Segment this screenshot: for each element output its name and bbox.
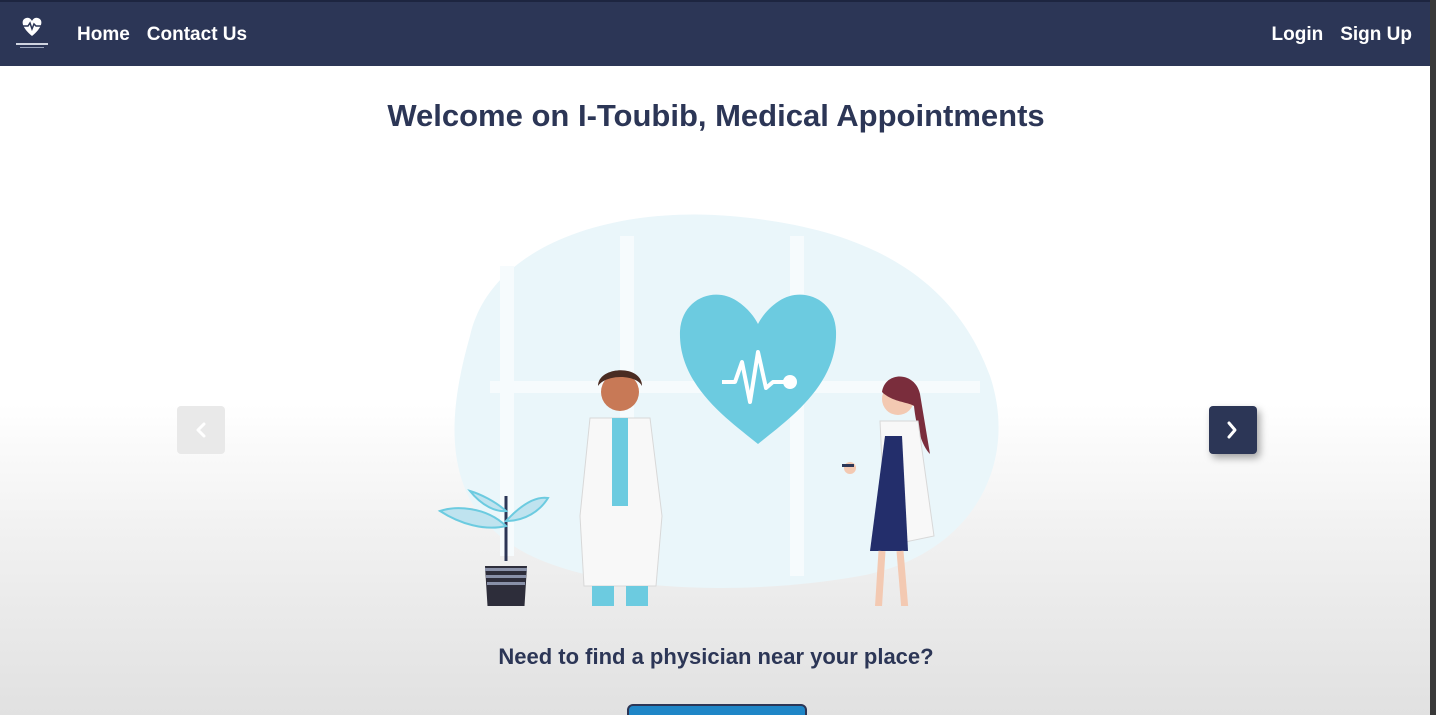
doctors-heart-illustration <box>437 214 999 606</box>
nav-login-link[interactable]: Login <box>1272 24 1324 46</box>
page-title: Welcome on I-Toubib, Medical Appointment… <box>387 98 1045 133</box>
top-navbar: Home Contact Us Login Sign Up <box>0 0 1430 66</box>
page-scrollbar[interactable] <box>1430 0 1436 715</box>
nav-signup-link[interactable]: Sign Up <box>1340 24 1412 46</box>
main-content: Welcome on I-Toubib, Medical Appointment… <box>0 66 1430 715</box>
nav-home-link[interactable]: Home <box>77 24 130 46</box>
chevron-right-icon <box>1227 421 1237 439</box>
chevron-left-icon <box>196 422 206 438</box>
nav-contact-link[interactable]: Contact Us <box>147 24 247 46</box>
find-physician-button[interactable] <box>627 704 807 715</box>
carousel-prev-button[interactable] <box>177 406 225 454</box>
heart-pulse-logo-icon[interactable] <box>12 14 52 54</box>
nav-left-group: Home Contact Us <box>77 2 247 68</box>
carousel-next-button[interactable] <box>1209 406 1257 454</box>
search-tagline: Need to find a physician near your place… <box>498 644 934 669</box>
nav-right-group: Login Sign Up <box>1272 2 1412 68</box>
